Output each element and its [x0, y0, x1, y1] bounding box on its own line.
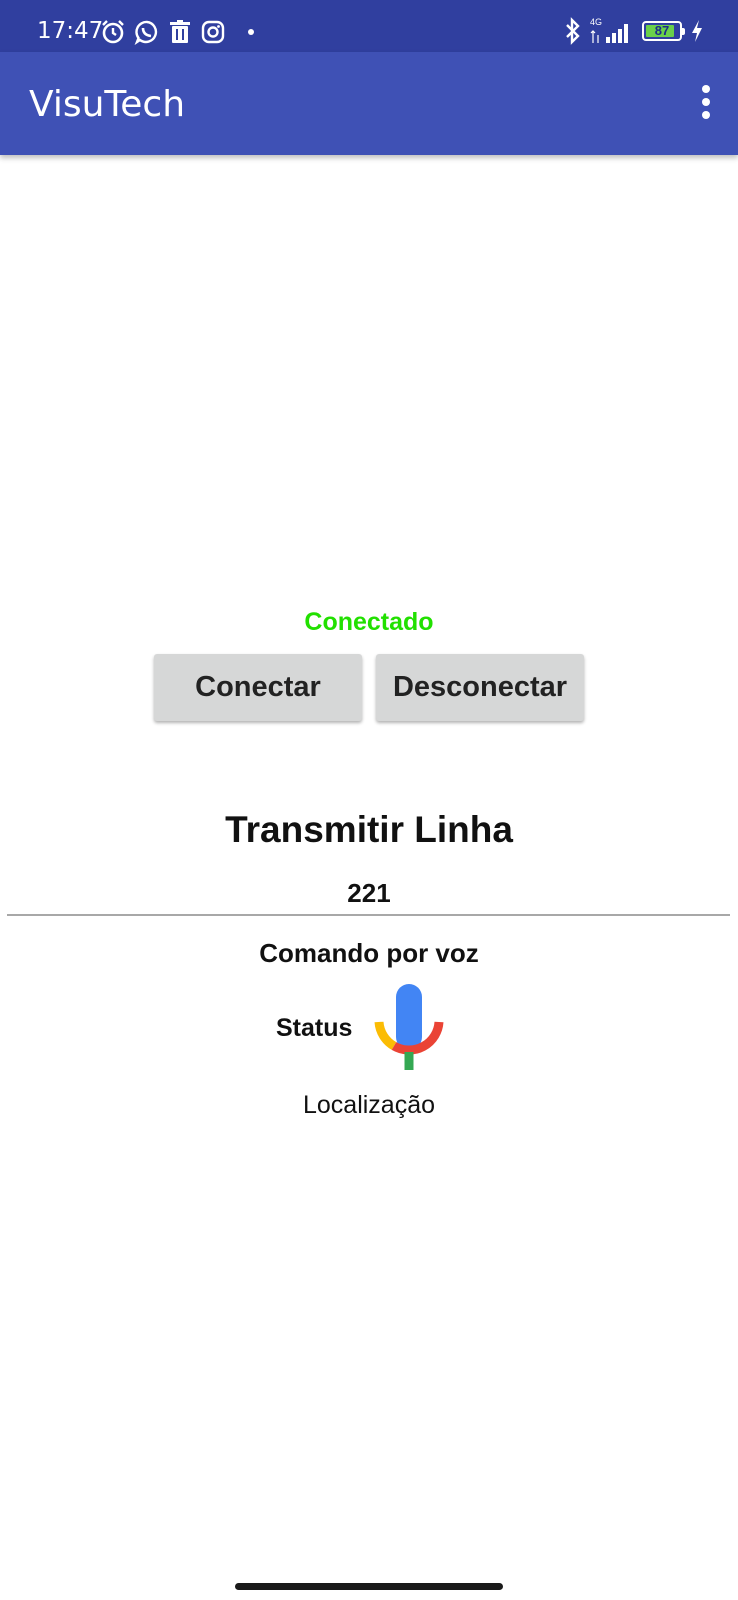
battery-icon: 87	[642, 21, 685, 41]
alarm-icon	[100, 19, 126, 45]
more-vert-icon[interactable]	[696, 80, 716, 124]
connection-status: Conectado	[304, 608, 434, 636]
disconnect-button[interactable]: Desconectar	[376, 654, 584, 721]
notification-dot-icon	[248, 29, 254, 35]
signal-icon: 4G	[590, 17, 634, 45]
instagram-icon	[200, 19, 226, 45]
charging-icon	[690, 19, 704, 43]
microphone-icon[interactable]	[374, 980, 444, 1072]
app-title: VisuTech	[29, 84, 186, 125]
transmit-title: Transmitir Linha	[225, 809, 513, 850]
trash-icon	[168, 19, 192, 45]
battery-level: 87	[654, 23, 670, 38]
notification-icons	[100, 18, 254, 46]
line-number: 221	[347, 878, 391, 908]
status-label: Status	[276, 1014, 353, 1042]
app-bar: VisuTech	[0, 52, 738, 155]
voice-command-label: Comando por voz	[259, 938, 479, 968]
home-indicator[interactable]	[235, 1583, 503, 1590]
status-bar: 17:47 4G 87	[0, 0, 738, 52]
status-time: 17:47	[37, 18, 104, 44]
whatsapp-icon	[134, 19, 160, 45]
divider	[7, 914, 730, 916]
location-label: Localização	[302, 1091, 436, 1119]
bluetooth-icon	[564, 17, 582, 45]
system-icons: 4G 87	[564, 16, 704, 46]
connect-button[interactable]: Conectar	[154, 654, 362, 721]
